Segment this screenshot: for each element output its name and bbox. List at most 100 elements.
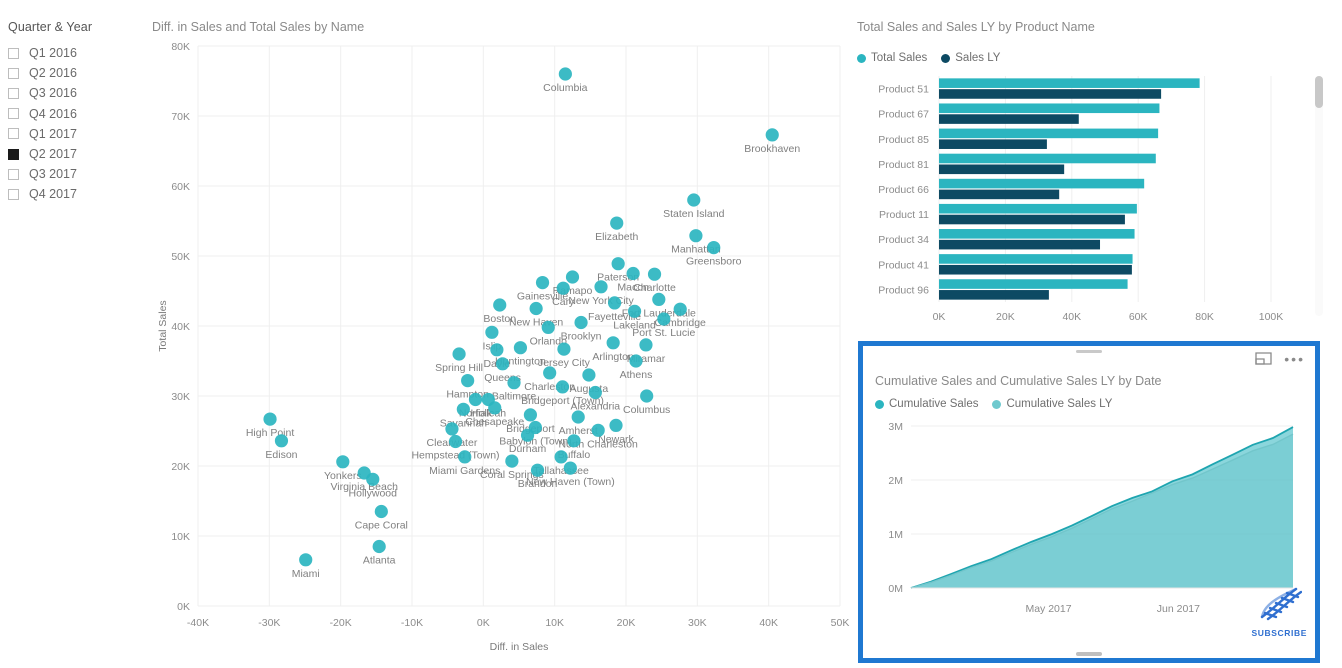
scatter-point[interactable]	[555, 380, 570, 394]
scatter-point[interactable]	[458, 450, 472, 464]
scatter-point[interactable]	[372, 539, 386, 554]
bar-scrollbar-thumb[interactable]	[1315, 76, 1323, 108]
scatter-point[interactable]	[707, 241, 721, 255]
bar-category-label[interactable]: Product 41	[878, 259, 929, 271]
bar-visual[interactable]: Total Sales and Sales LY by Product Name…	[855, 18, 1325, 328]
scatter-point[interactable]	[640, 389, 654, 403]
scatter-point[interactable]	[535, 276, 550, 290]
scatter-point[interactable]	[520, 428, 535, 442]
scatter-point[interactable]	[606, 336, 620, 350]
bar-category-label[interactable]: Product 34	[878, 234, 929, 246]
bar-segment[interactable]	[939, 203, 1137, 214]
area-visual-selected[interactable]: ••• Cumulative Sales and Cumulative Sale…	[858, 341, 1320, 663]
bar-category-label[interactable]: Product 66	[878, 184, 929, 196]
scatter-plot-area[interactable]: 0K 10K 20K 30K 40K 50K 60K 70K 80K -40K -30K -20K -1…	[150, 18, 850, 663]
scatter-point[interactable]	[263, 412, 277, 426]
slicer-item-q1-2016[interactable]: Q1 2016	[8, 43, 148, 63]
scatter-visual[interactable]: Diff. in Sales and Total Sales by Name 0…	[150, 18, 850, 663]
bar-scrollbar[interactable]	[1315, 76, 1323, 316]
slicer-item-q1-2017[interactable]: Q1 2017	[8, 124, 148, 144]
bar-segment[interactable]	[939, 139, 1047, 149]
scatter-point[interactable]	[591, 423, 605, 437]
scatter-point[interactable]	[594, 280, 608, 294]
area-plot-area[interactable]: 0M 1M 2M 3M May 2017 Jun 2017	[863, 418, 1315, 658]
focus-mode-icon[interactable]	[1255, 352, 1272, 365]
scatter-point[interactable]	[610, 216, 624, 230]
scatter-point[interactable]	[574, 315, 588, 330]
slicer-checkbox[interactable]	[8, 148, 19, 160]
scatter-point[interactable]	[571, 410, 585, 424]
scatter-point[interactable]	[657, 312, 671, 326]
scatter-point[interactable]	[611, 257, 625, 271]
more-options-icon[interactable]: •••	[1284, 352, 1305, 366]
slicer-item-q2-2016[interactable]: Q2 2016	[8, 63, 148, 83]
scatter-point[interactable]	[507, 376, 521, 390]
bar-segment[interactable]	[939, 153, 1156, 164]
bar-segment[interactable]	[939, 290, 1049, 300]
scatter-point[interactable]	[448, 434, 463, 449]
scatter-point[interactable]	[461, 374, 475, 388]
legend-item-sales-ly[interactable]: Sales LY	[941, 52, 1000, 64]
scatter-point[interactable]	[445, 422, 459, 436]
quarter-year-slicer[interactable]: Quarter & Year Q1 2016 Q2 2016 Q3 2016 Q4 2…	[8, 20, 148, 205]
scatter-point[interactable]	[647, 267, 662, 281]
scatter-point[interactable]	[529, 301, 543, 316]
scatter-point[interactable]	[456, 402, 470, 416]
scatter-point[interactable]	[488, 401, 502, 415]
scatter-point[interactable]	[687, 193, 701, 207]
bar-category-label[interactable]: Product 67	[878, 109, 929, 121]
drag-grip-bottom-icon[interactable]	[1076, 652, 1102, 656]
bar-segment[interactable]	[939, 78, 1200, 88]
scatter-point[interactable]	[513, 341, 528, 355]
scatter-point[interactable]	[374, 504, 388, 519]
scatter-point[interactable]	[468, 392, 483, 407]
scatter-point[interactable]	[523, 408, 538, 422]
slicer-checkbox[interactable]	[8, 87, 19, 99]
bar-segment[interactable]	[939, 229, 1135, 239]
visual-header-icons[interactable]: •••	[1255, 352, 1305, 366]
scatter-point[interactable]	[639, 338, 653, 352]
bar-segment[interactable]	[939, 103, 1160, 114]
bar-segment[interactable]	[939, 89, 1162, 99]
bar-segment[interactable]	[939, 164, 1065, 175]
scatter-point[interactable]	[299, 553, 313, 567]
slicer-item-q3-2016[interactable]: Q3 2016	[8, 83, 148, 103]
bar-segment[interactable]	[939, 214, 1125, 225]
bar-category-label[interactable]: Product 85	[878, 134, 929, 146]
scatter-points[interactable]: ColumbiaBrookhavenStaten IslandManhattan…	[246, 67, 801, 580]
scatter-point[interactable]	[652, 292, 666, 306]
bar-plot-area[interactable]: 0K 20K 40K 60K 80K 100K Product 51 Product 67 Pr…	[855, 72, 1305, 332]
scatter-point[interactable]	[543, 366, 557, 380]
scatter-point[interactable]	[557, 342, 571, 356]
scatter-point[interactable]	[689, 229, 703, 243]
scatter-point[interactable]	[554, 450, 568, 464]
legend-item-total-sales[interactable]: Total Sales	[857, 52, 927, 64]
scatter-point[interactable]	[765, 128, 779, 142]
scatter-point[interactable]	[556, 281, 570, 295]
scatter-point[interactable]	[558, 67, 572, 81]
scatter-point[interactable]	[493, 298, 507, 312]
scatter-point[interactable]	[563, 461, 577, 475]
slicer-item-q3-2017[interactable]: Q3 2017	[8, 164, 148, 184]
slicer-item-q2-2017[interactable]: Q2 2017	[8, 144, 148, 164]
scatter-point[interactable]	[673, 302, 687, 316]
slicer-checkbox[interactable]	[8, 67, 19, 79]
bar-segment[interactable]	[939, 279, 1128, 289]
scatter-point[interactable]	[629, 354, 643, 368]
bar-category-label[interactable]: Product 11	[879, 209, 929, 221]
slicer-checkbox[interactable]	[8, 168, 19, 180]
bar-category-label[interactable]: Product 51	[878, 84, 929, 96]
bar-category-label[interactable]: Product 81	[878, 159, 929, 171]
scatter-point[interactable]	[607, 296, 622, 310]
scatter-point[interactable]	[626, 266, 640, 281]
slicer-checkbox[interactable]	[8, 128, 19, 140]
legend-item-cumulative-sales[interactable]: Cumulative Sales	[875, 398, 978, 410]
scatter-point[interactable]	[627, 304, 642, 318]
scatter-point[interactable]	[588, 385, 602, 400]
scatter-point[interactable]	[274, 434, 289, 448]
scatter-point[interactable]	[567, 434, 581, 448]
bar-segment[interactable]	[939, 254, 1133, 264]
bar-segment[interactable]	[939, 128, 1159, 139]
scatter-point[interactable]	[336, 455, 350, 469]
scatter-point[interactable]	[485, 325, 499, 339]
